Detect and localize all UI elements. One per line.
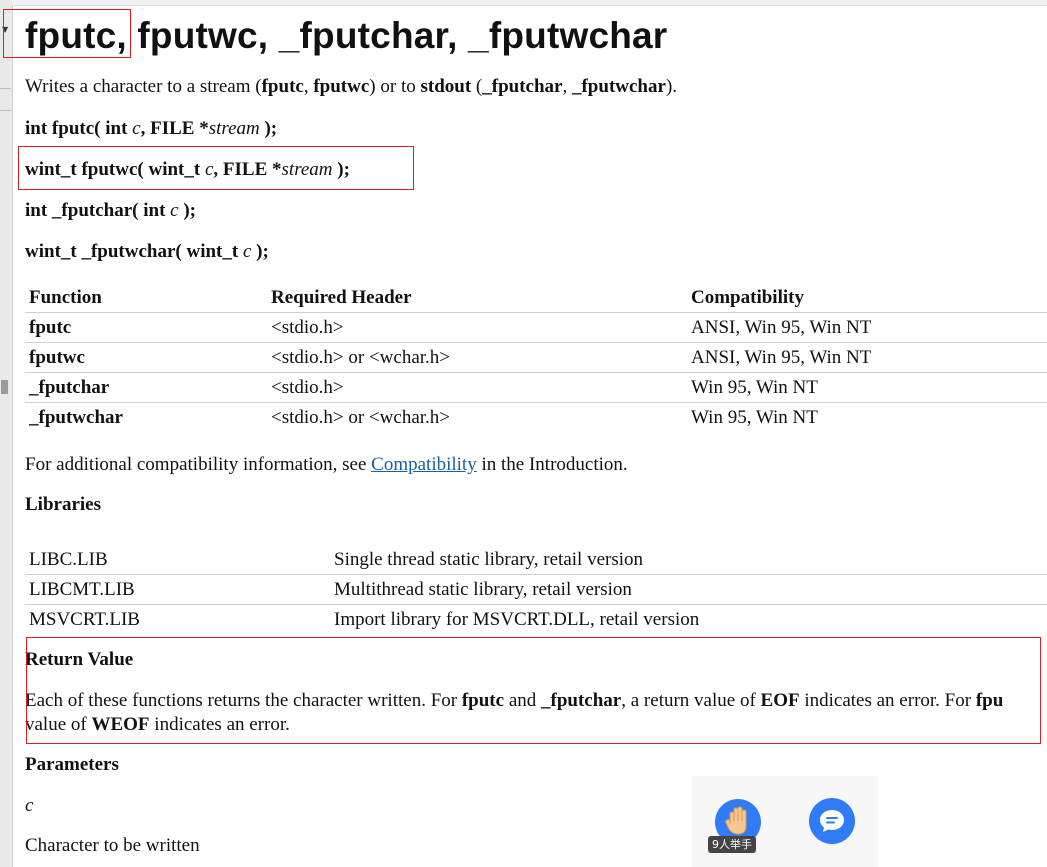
libraries-table: LIBC.LIB Single thread static library, r… xyxy=(25,545,1047,634)
syntax-fputchar: int _fputchar( int c ); xyxy=(25,200,196,221)
requirements-table: Function Required Header Compatibility f… xyxy=(25,284,1047,432)
parameter-name: c xyxy=(25,795,34,816)
left-splitter[interactable]: ▼ xyxy=(0,0,13,867)
table-row: MSVCRT.LIB Import library for MSVCRT.DLL… xyxy=(25,604,1047,634)
column-header: Required Header xyxy=(271,287,412,308)
divider xyxy=(0,110,11,111)
compat-cell: ANSI, Win 95, Win NT xyxy=(687,342,1047,373)
chat-bubble-icon xyxy=(820,810,844,832)
compat-cell: Win 95, Win NT xyxy=(687,372,1047,403)
header-cell: <stdio.h> or <wchar.h> xyxy=(267,402,687,432)
compat-cell: ANSI, Win 95, Win NT xyxy=(687,312,1047,343)
splitter-handle[interactable] xyxy=(1,380,8,394)
function-cell: _fputwchar xyxy=(25,402,267,432)
menu-bar-edge xyxy=(12,0,1047,6)
function-cell: _fputchar xyxy=(25,372,267,403)
table-row: LIBCMT.LIB Multithread static library, r… xyxy=(25,574,1047,605)
table-row: _fputwchar <stdio.h> or <wchar.h> Win 95… xyxy=(25,402,1047,432)
parameters-heading: Parameters xyxy=(25,754,119,775)
syntax-fputwchar: wint_t _fputwchar( wint_t c ); xyxy=(25,241,269,262)
page-title: fputc, fputwc, _fputchar, _fputwchar xyxy=(25,15,668,56)
column-header: Function xyxy=(29,287,102,308)
compat-cell: Win 95, Win NT xyxy=(687,402,1047,432)
annotation-box-return-value xyxy=(26,637,1041,744)
function-cell: fputwc xyxy=(25,342,267,373)
raise-hand-icon xyxy=(725,806,747,835)
table-row: LIBC.LIB Single thread static library, r… xyxy=(25,545,1047,575)
column-header: Compatibility xyxy=(691,287,804,308)
libraries-heading: Libraries xyxy=(25,494,101,515)
annotation-box-fputwc xyxy=(18,146,414,190)
intro-paragraph: Writes a character to a stream (fputc, f… xyxy=(25,76,678,97)
header-cell: <stdio.h> or <wchar.h> xyxy=(267,342,687,373)
library-name: LIBCMT.LIB xyxy=(25,574,330,605)
library-desc: Single thread static library, retail ver… xyxy=(334,548,644,570)
table-header-row: Function Required Header Compatibility xyxy=(25,284,1047,313)
function-cell: fputc xyxy=(25,312,267,343)
annotation-box-title xyxy=(3,9,131,58)
divider xyxy=(0,88,11,89)
library-desc: Import library for MSVCRT.DLL, retail ve… xyxy=(330,604,1047,634)
parameter-description: Character to be written xyxy=(25,835,200,856)
library-name: LIBC.LIB xyxy=(29,548,108,570)
library-desc: Multithread static library, retail versi… xyxy=(330,574,1047,605)
compatibility-note: For additional compatibility information… xyxy=(25,454,628,475)
header-cell: <stdio.h> xyxy=(267,312,687,343)
table-row: _fputchar <stdio.h> Win 95, Win NT xyxy=(25,372,1047,403)
table-row: fputc <stdio.h> ANSI, Win 95, Win NT xyxy=(25,312,1047,343)
document-content: fputc, fputwc, _fputchar, _fputwchar Wri… xyxy=(25,12,1047,856)
table-row: fputwc <stdio.h> or <wchar.h> ANSI, Win … xyxy=(25,342,1047,373)
syntax-fputc: int fputc( int c, FILE *stream ); xyxy=(25,118,278,139)
chat-button[interactable] xyxy=(809,798,855,844)
compatibility-link[interactable]: Compatibility xyxy=(371,454,477,475)
header-cell: <stdio.h> xyxy=(267,372,687,403)
library-name: MSVCRT.LIB xyxy=(25,604,330,634)
raise-hand-count: 9人举手 xyxy=(708,836,756,853)
